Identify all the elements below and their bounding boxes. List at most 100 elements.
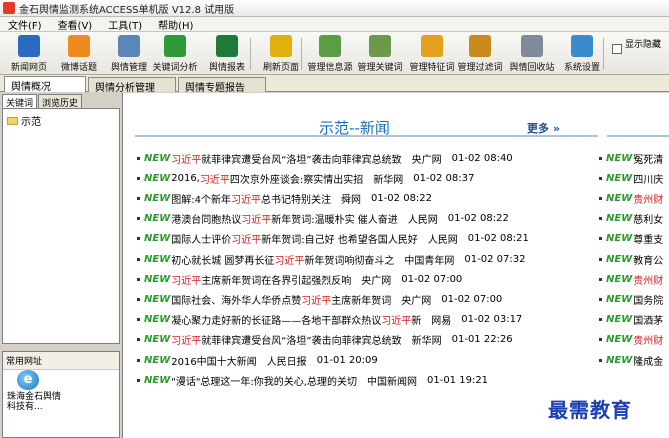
news-title-suffix: 总书记特别关注 bbox=[260, 194, 331, 206]
right-news-title: 四川庆 bbox=[633, 174, 664, 186]
left-panel: 关键词 浏览历史 示范 常用网址 e 珠海金石舆情科技有... bbox=[2, 93, 120, 438]
news-time: 01-02 07:00 bbox=[441, 293, 503, 305]
toolbar-button-7[interactable]: 管理关键词 bbox=[356, 34, 404, 74]
common-sites-title: 常用网址 bbox=[3, 352, 119, 370]
news-item[interactable]: NEW "漫话"总理这一年:你我的关心,总理的关切 中国新闻网 01-01 19:21 bbox=[137, 370, 597, 390]
toolbar: 新闻网页 微博话题 舆情管理 关键词分析 舆情报表 刷新页面 管理信息源 管理关键词 管理特征词… bbox=[0, 32, 669, 75]
news-item[interactable]: NEW 凝心聚力走好新的长征路——各地干部群众热议 习近平新网易 01-02 03:1… bbox=[137, 310, 597, 330]
bullet-icon bbox=[137, 156, 140, 160]
right-news-item[interactable]: NEW 国务院 bbox=[599, 289, 669, 309]
right-news-item[interactable]: NEW 慈利女 bbox=[599, 209, 669, 229]
news-highlight: 习近平 bbox=[171, 275, 202, 287]
menu-file[interactable]: 文件(F) bbox=[0, 17, 50, 32]
right-news-highlight: 贵州财 bbox=[633, 194, 664, 206]
news-source: 新华网 bbox=[411, 336, 442, 348]
tab-overview[interactable]: 舆情概况 bbox=[4, 76, 86, 93]
news-item[interactable]: NEW 港澳台同胞热议 习近平 新年贺词:温暖朴实 催人奋进 人民网 01-02 08:2… bbox=[137, 209, 597, 229]
bullet-icon bbox=[137, 176, 140, 180]
tab-report[interactable]: 舆情专题报告 bbox=[178, 77, 266, 94]
tab-keywords[interactable]: 关键词 bbox=[2, 94, 38, 109]
bullet-icon bbox=[599, 217, 602, 221]
new-badge: NEW bbox=[606, 172, 633, 184]
right-news-item[interactable]: NEW 贵州财 bbox=[599, 269, 669, 289]
right-news-title: 尊重支 bbox=[633, 235, 664, 247]
title-bar: 金石舆情监测系统ACCESS单机版 V12.8 试用版 bbox=[0, 0, 669, 17]
main-tabs: 舆情概况 舆情分析管理 舆情专题报告 bbox=[0, 75, 669, 94]
new-badge: NEW bbox=[606, 152, 633, 164]
bar-chart-icon bbox=[164, 35, 186, 57]
news-item[interactable]: NEW 国际社会、海外华人华侨点赞 习近平 主席新年贺词 央广网 01-02 07:00 bbox=[137, 289, 597, 309]
toolbar-button-0[interactable]: 新闻网页 bbox=[5, 34, 53, 74]
right-news-item[interactable]: NEW 四川庆 bbox=[599, 168, 669, 188]
new-badge: NEW bbox=[144, 172, 171, 184]
tab-analysis[interactable]: 舆情分析管理 bbox=[88, 77, 176, 94]
news-source: 中国新闻网 bbox=[366, 376, 417, 388]
news-source: 人民网 bbox=[427, 235, 458, 247]
right-news-item[interactable]: NEW 冤死清 bbox=[599, 148, 669, 168]
keyword-tree: 示范 bbox=[2, 108, 120, 344]
news-time: 01-01 22:26 bbox=[451, 334, 513, 346]
toolbar-button-4[interactable]: 舆情报表 bbox=[203, 34, 251, 74]
bullet-icon bbox=[137, 338, 140, 342]
news-time: 01-01 20:09 bbox=[316, 354, 378, 366]
news-source: 人民日报 bbox=[266, 356, 307, 368]
bullet-icon bbox=[137, 257, 140, 261]
toolbar-button-2[interactable]: 舆情管理 bbox=[105, 34, 153, 74]
news-item[interactable]: NEW 2016中国十大新闻 人民日报 01-01 20:09 bbox=[137, 350, 597, 370]
tab-history[interactable]: 浏览历史 bbox=[38, 94, 83, 109]
right-news-title: 国务院 bbox=[633, 295, 664, 307]
bullet-icon bbox=[599, 196, 602, 200]
news-item[interactable]: NEW 国际人士评价 习近平 新年贺词:自己好 也希望各国人民好 人民网 01-02 08… bbox=[137, 229, 597, 249]
news-title-suffix: 新年贺词:自己好 也希望各国人民好 bbox=[261, 235, 418, 247]
news-item[interactable]: NEW 习近平 就菲律宾遭受台风“洛坦”袭击向菲律宾总统致 新华网 01-01 22:2… bbox=[137, 330, 597, 350]
display-hide-checkbox[interactable] bbox=[612, 44, 622, 54]
more-link[interactable]: 更多 » bbox=[527, 120, 560, 136]
toolbar-button-11[interactable]: 系统设置 bbox=[558, 34, 606, 74]
toolbar-button-6[interactable]: 管理信息源 bbox=[306, 34, 354, 74]
news-item[interactable]: NEW 初心就长城 圆梦再长征 习近平 新年贺词响彻奋斗之 中国青年网 01-02 07… bbox=[137, 249, 597, 269]
news-item[interactable]: NEW 2016, 习近平 四次京外座谈会:察实情出实招 新华网 01-02 08:37 bbox=[137, 168, 597, 188]
news-title-suffix: 就菲律宾遭受台风“洛坦”袭击向菲律宾总统致 bbox=[201, 336, 402, 348]
common-site-link[interactable]: 珠海金石舆情科技有... bbox=[7, 392, 67, 412]
new-badge: NEW bbox=[606, 314, 633, 326]
ie-icon[interactable]: e bbox=[17, 370, 39, 390]
tree-item-label: 示范 bbox=[21, 117, 41, 128]
toolbar-button-8[interactable]: 管理特征词 bbox=[408, 34, 456, 74]
new-badge: NEW bbox=[144, 213, 171, 225]
menu-tools[interactable]: 工具(T) bbox=[100, 17, 150, 32]
toolbar-button-label: 关键词分析 bbox=[152, 63, 198, 73]
toolbar-separator bbox=[301, 38, 302, 70]
right-news-item[interactable]: NEW 贵州财 bbox=[599, 330, 669, 350]
right-news-item[interactable]: NEW 贵州财 bbox=[599, 188, 669, 208]
news-source: 央广网 bbox=[361, 275, 392, 287]
right-news-item[interactable]: NEW 隆成金 bbox=[599, 350, 669, 370]
toolbar-button-5[interactable]: 刷新页面 bbox=[257, 34, 305, 74]
toolbar-button-3[interactable]: 关键词分析 bbox=[151, 34, 199, 74]
news-item[interactable]: NEW 习近平 就菲律宾遭受台风“洛坦”袭击向菲律宾总统致 央广网 01-02 08:4… bbox=[137, 148, 597, 168]
news-highlight: 习近平 bbox=[230, 194, 261, 206]
toolbar-button-9[interactable]: 管理过滤词 bbox=[456, 34, 504, 74]
toolbar-button-1[interactable]: 微博话题 bbox=[55, 34, 103, 74]
news-title-prefix: 初心就长城 圆梦再长征 bbox=[171, 255, 275, 267]
news-highlight: 习近平 bbox=[301, 295, 332, 307]
toolbar-button-label: 舆情报表 bbox=[208, 63, 245, 73]
right-news-item[interactable]: NEW 尊重支 bbox=[599, 229, 669, 249]
toolbar-separator bbox=[250, 38, 251, 70]
right-news-item[interactable]: NEW 教育公 bbox=[599, 249, 669, 269]
right-news-item[interactable]: NEW 国酒茅 bbox=[599, 310, 669, 330]
news-highlight: 习近平 bbox=[171, 336, 202, 348]
news-item[interactable]: NEW 图解:4个新年 习近平 总书记特别关注 舜网 01-02 08:22 bbox=[137, 188, 597, 208]
news-highlight: 习近平 bbox=[381, 316, 412, 328]
left-tabs: 关键词 浏览历史 bbox=[2, 94, 83, 109]
tree-item[interactable]: 示范 bbox=[7, 113, 41, 128]
app-window: 金石舆情监测系统ACCESS单机版 V12.8 试用版 文件(F) 查看(V) … bbox=[0, 0, 669, 438]
bullet-icon bbox=[599, 338, 602, 342]
news-item[interactable]: NEW 习近平 主席新年贺词在各界引起强烈反响 央广网 01-02 07:00 bbox=[137, 269, 597, 289]
menu-help[interactable]: 帮助(H) bbox=[150, 17, 201, 32]
toolbar-button-10[interactable]: 舆情回收站 bbox=[508, 34, 556, 74]
bullet-icon bbox=[137, 318, 140, 322]
bullet-icon bbox=[599, 277, 602, 281]
bullet-icon bbox=[137, 217, 140, 221]
menu-view[interactable]: 查看(V) bbox=[50, 17, 101, 32]
new-badge: NEW bbox=[606, 213, 633, 225]
